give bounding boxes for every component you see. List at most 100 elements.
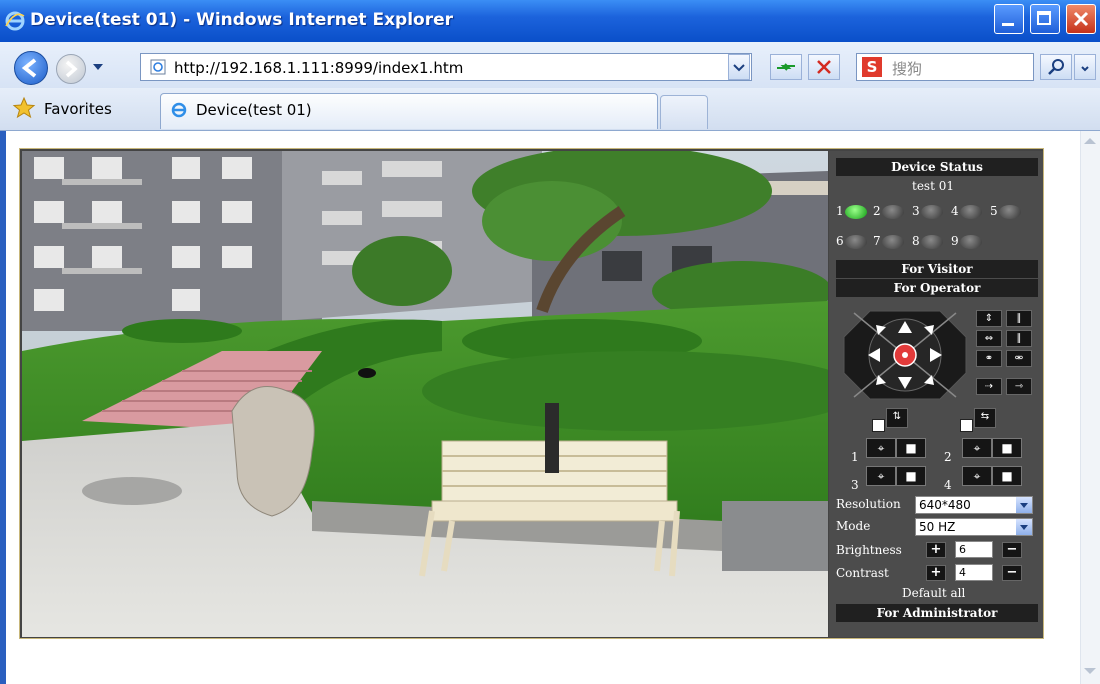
contrast-value[interactable]: 4 <box>955 564 993 581</box>
chevron-down-icon <box>1081 66 1089 72</box>
preset-4-save-button[interactable]: ■ <box>992 466 1022 486</box>
preset-number: 4 <box>944 478 952 492</box>
refresh-icon <box>777 63 795 71</box>
preset-4-goto-button[interactable]: ⌖ <box>962 466 992 486</box>
new-tab-button[interactable] <box>660 95 708 129</box>
preset-number: 3 <box>851 478 859 492</box>
device-status-header: Device Status <box>836 158 1038 176</box>
search-button[interactable] <box>1040 54 1072 80</box>
mirror-checkbox[interactable] <box>960 419 973 432</box>
io-on-button[interactable]: ⚭ <box>976 350 1002 367</box>
search-input[interactable] <box>856 53 1034 81</box>
recent-pages-dropdown-icon[interactable] <box>93 64 103 70</box>
horizontal-stop-button[interactable]: ∥ <box>1006 330 1032 347</box>
preset-number: 2 <box>944 450 952 464</box>
resolution-select[interactable]: 640*480 <box>915 496 1033 514</box>
sensor-number: 4 <box>951 204 959 218</box>
horizontal-patrol-button[interactable]: ⇔ <box>976 330 1002 347</box>
mode-select[interactable]: 50 HZ <box>915 518 1033 536</box>
preset-number: 1 <box>851 450 859 464</box>
contrast-minus-button[interactable]: − <box>1002 565 1022 581</box>
resolution-label: Resolution <box>836 497 901 511</box>
sensor-led-3 <box>921 205 943 219</box>
default-all-link[interactable]: Default all <box>902 586 965 600</box>
brightness-label: Brightness <box>836 543 902 557</box>
mirror-icon: ⇆ <box>974 408 996 428</box>
resolution-value: 640*480 <box>919 498 971 512</box>
page-icon <box>150 59 166 75</box>
tab-label: Device(test 01) <box>196 101 312 119</box>
for-administrator-header[interactable]: For Administrator <box>836 604 1038 622</box>
search-placeholder: 搜狗 <box>892 60 923 78</box>
ie-logo-icon <box>5 11 25 31</box>
sensor-number: 6 <box>836 234 844 248</box>
ptz-direction-pad[interactable] <box>840 307 970 403</box>
zoom-out-button[interactable]: ⇾ <box>1006 378 1032 395</box>
scroll-up-icon[interactable] <box>1084 138 1096 144</box>
device-name: test 01 <box>912 179 954 193</box>
minimize-button[interactable] <box>994 4 1024 34</box>
mode-label: Mode <box>836 519 871 533</box>
forward-button[interactable] <box>56 54 86 84</box>
for-visitor-header[interactable]: For Visitor <box>836 260 1038 278</box>
sensor-led-6 <box>845 235 867 249</box>
address-url: http://192.168.1.111:8999/index1.htm <box>174 59 464 77</box>
maximize-icon <box>1037 11 1051 25</box>
sensor-led-9 <box>960 235 982 249</box>
sensor-led-2 <box>882 205 904 219</box>
magnifier-icon <box>1048 59 1064 75</box>
maximize-button[interactable] <box>1030 4 1060 34</box>
flip-checkbox[interactable] <box>872 419 885 432</box>
brightness-minus-button[interactable]: − <box>1002 542 1022 558</box>
sensor-number: 8 <box>912 234 920 248</box>
preset-2-goto-button[interactable]: ⌖ <box>962 438 992 458</box>
preset-2-save-button[interactable]: ■ <box>992 438 1022 458</box>
chevron-down-icon <box>1016 519 1032 535</box>
stop-button[interactable] <box>808 54 840 80</box>
scroll-down-icon[interactable] <box>1084 668 1096 674</box>
for-operator-header[interactable]: For Operator <box>836 279 1038 297</box>
sensor-led-4 <box>960 205 982 219</box>
back-arrow-icon <box>21 58 37 78</box>
sensor-number: 7 <box>873 234 881 248</box>
address-dropdown-button[interactable] <box>728 54 750 80</box>
sensor-number: 2 <box>873 204 881 218</box>
window-left-edge <box>0 131 6 684</box>
sensor-led-8 <box>921 235 943 249</box>
stop-icon <box>817 60 831 74</box>
close-icon <box>1073 11 1089 27</box>
io-off-button[interactable]: ⚮ <box>1006 350 1032 367</box>
brightness-plus-button[interactable]: + <box>926 542 946 558</box>
chevron-down-icon <box>1016 497 1032 513</box>
preset-3-save-button[interactable]: ■ <box>896 466 926 486</box>
brightness-value[interactable]: 6 <box>955 541 993 558</box>
back-button[interactable] <box>14 51 48 85</box>
close-button[interactable] <box>1066 4 1096 34</box>
search-options-button[interactable] <box>1074 54 1096 80</box>
sensor-number: 1 <box>836 204 844 218</box>
sensor-led-1 <box>845 205 867 219</box>
flip-icon: ⇅ <box>886 408 908 428</box>
sensor-led-7 <box>882 235 904 249</box>
zoom-in-button[interactable]: ⇢ <box>976 378 1002 395</box>
minimize-icon <box>1002 23 1014 26</box>
mode-value: 50 HZ <box>919 520 956 534</box>
vertical-stop-button[interactable]: ∥ <box>1006 310 1032 327</box>
preset-3-goto-button[interactable]: ⌖ <box>866 466 896 486</box>
preset-1-save-button[interactable]: ■ <box>896 438 926 458</box>
vertical-patrol-button[interactable]: ⇕ <box>976 310 1002 327</box>
refresh-button[interactable] <box>770 54 802 80</box>
vertical-scrollbar[interactable] <box>1080 131 1100 684</box>
contrast-plus-button[interactable]: + <box>926 565 946 581</box>
favorites-star-icon[interactable] <box>12 96 36 120</box>
sensor-number: 5 <box>990 204 998 218</box>
forward-arrow-icon <box>65 60 78 78</box>
camera-video-feed <box>22 151 828 637</box>
sensor-led-5 <box>999 205 1021 219</box>
window-title: Device(test 01) - Windows Internet Explo… <box>30 10 454 30</box>
favorites-label[interactable]: Favorites <box>44 100 112 118</box>
chevron-down-icon <box>733 64 745 72</box>
sensor-number: 3 <box>912 204 920 218</box>
preset-1-goto-button[interactable]: ⌖ <box>866 438 896 458</box>
ie-page-icon <box>171 102 187 118</box>
